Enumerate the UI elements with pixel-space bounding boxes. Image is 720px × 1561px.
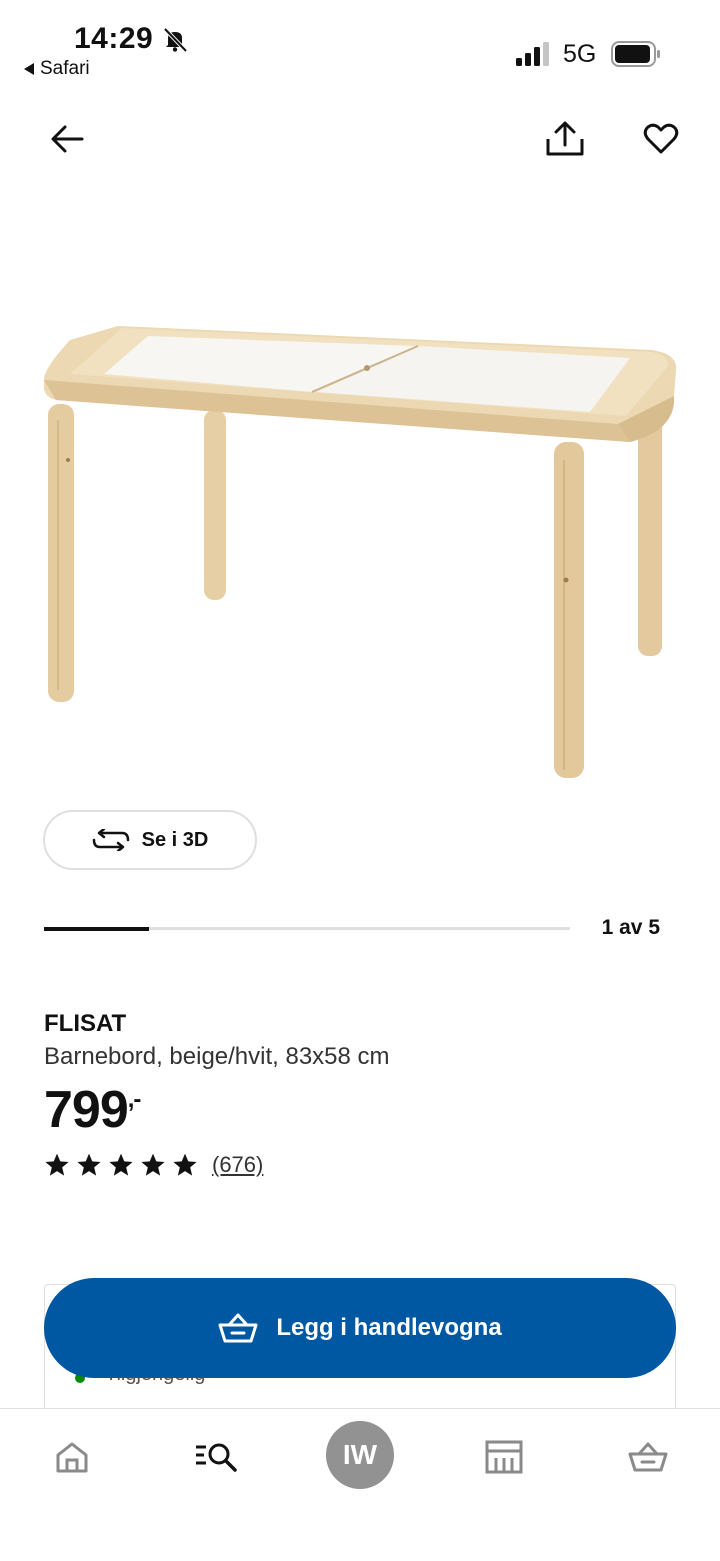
home-icon [56, 1442, 88, 1473]
add-to-cart-label: Legg i handlevogna [276, 1314, 502, 1341]
view-3d-label: Se i 3D [141, 828, 209, 851]
nav-home[interactable] [44, 1433, 100, 1481]
nav-profile-avatar[interactable]: IW [326, 1421, 394, 1489]
nav-cart[interactable] [620, 1433, 676, 1481]
arrow-left-icon [51, 125, 84, 153]
heart-icon [643, 123, 679, 154]
product-price: 799 ,- [44, 1080, 142, 1140]
favorite-button[interactable] [638, 116, 684, 162]
add-to-cart-button[interactable]: Legg i handlevogna [44, 1278, 676, 1378]
battery-icon [611, 41, 660, 67]
share-button[interactable] [542, 116, 588, 162]
return-app-label: Safari [40, 58, 90, 79]
product-name: FLISAT [44, 1010, 127, 1037]
gallery-progress-fill [44, 926, 150, 931]
cart-icon [628, 1442, 668, 1472]
basket-icon [218, 1313, 258, 1343]
network-type: 5G [563, 40, 597, 68]
rotate-3d-icon [92, 829, 129, 851]
review-count[interactable]: (676) [212, 1152, 263, 1178]
star-icon [77, 1153, 101, 1176]
nav-store[interactable] [476, 1433, 532, 1481]
star-icon [109, 1153, 133, 1176]
back-button[interactable] [44, 116, 90, 162]
price-suffix: ,- [127, 1086, 142, 1113]
signal-icon [516, 42, 549, 66]
gallery-progress-track [44, 926, 570, 931]
view-3d-button[interactable]: Se i 3D [43, 810, 257, 870]
price-value: 799 [44, 1081, 129, 1139]
share-icon [546, 121, 584, 156]
gallery-position-label: 1 av 5 [601, 916, 660, 939]
bell-muted-icon [163, 27, 188, 53]
product-rating[interactable]: (676) [44, 1152, 263, 1178]
star-icon [141, 1153, 165, 1176]
bottom-navigation: IW [0, 1408, 720, 1561]
star-icon [45, 1153, 69, 1176]
search-icon [196, 1443, 237, 1472]
status-time: 14:29 [74, 22, 154, 55]
product-description: Barnebord, beige/hvit, 83x58 cm [44, 1043, 390, 1070]
store-icon [485, 1440, 523, 1474]
product-image[interactable] [30, 300, 690, 800]
star-icon [173, 1153, 197, 1176]
return-to-safari[interactable]: Safari [24, 58, 90, 80]
back-triangle-icon [24, 63, 34, 75]
nav-search[interactable] [188, 1433, 244, 1481]
